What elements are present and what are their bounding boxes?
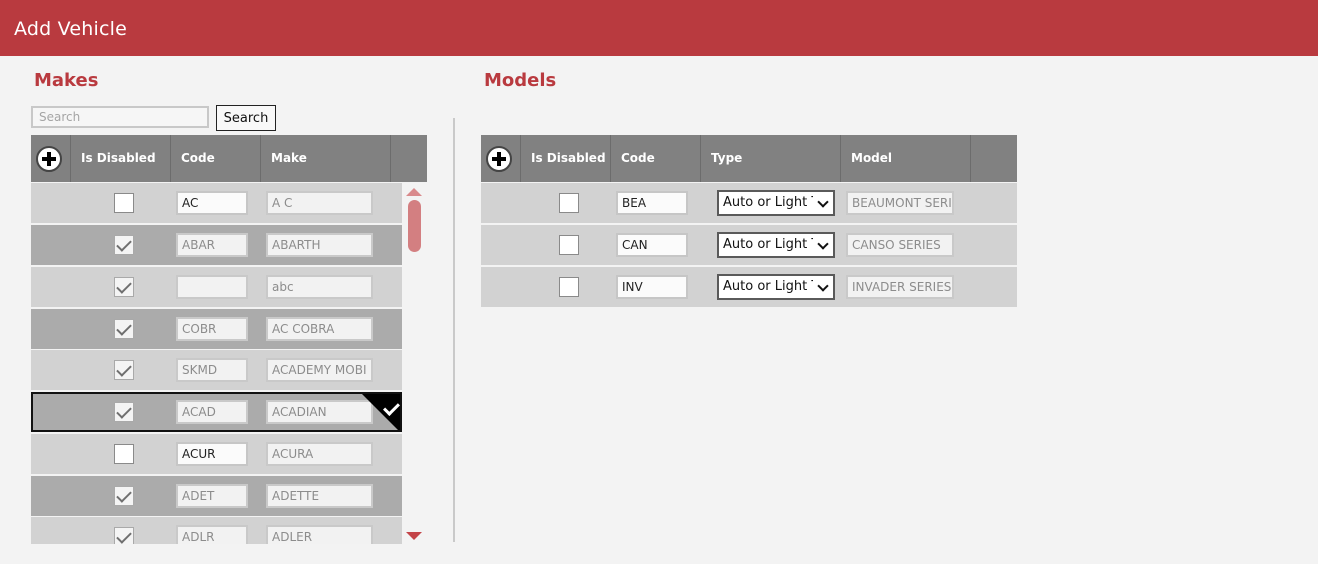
makes-table-row[interactable]: ACAD ACADIAN (31, 392, 402, 432)
make-code-field[interactable] (176, 275, 248, 299)
makes-col-is-disabled[interactable]: Is Disabled (71, 135, 171, 182)
vehicle-type-select[interactable]: Auto or Light T (717, 274, 835, 300)
make-code-field[interactable]: COBR (176, 317, 248, 341)
make-code-field[interactable]: SKMD (176, 358, 248, 382)
window-title: Add Vehicle (14, 18, 127, 40)
plus-circle-icon[interactable] (36, 146, 62, 172)
model-name-field[interactable]: BEAUMONT SERI (846, 191, 954, 215)
make-name-field[interactable]: A C (266, 191, 373, 215)
models-col-code[interactable]: Code (611, 135, 701, 182)
make-code-field[interactable]: ACUR (176, 442, 248, 466)
makes-table-row[interactable]: COBR AC COBRA (31, 309, 402, 349)
make-name-field[interactable]: ADLER (266, 525, 373, 544)
make-code-field[interactable]: AC (176, 191, 248, 215)
model-code-field[interactable]: CAN (616, 233, 688, 257)
title-bar: Add Vehicle (0, 0, 1318, 56)
arrow-up-icon[interactable] (406, 188, 422, 196)
model-code-field[interactable]: BEA (616, 191, 688, 215)
panel-divider (453, 118, 455, 542)
is-disabled-checkbox[interactable] (114, 277, 134, 297)
makes-col-filler (391, 135, 427, 182)
make-code-field[interactable]: ACAD (176, 400, 248, 424)
is-disabled-checkbox[interactable] (114, 402, 134, 422)
is-disabled-checkbox[interactable] (114, 193, 134, 213)
makes-search-button[interactable]: Search (216, 105, 276, 131)
arrow-down-icon[interactable] (406, 532, 422, 540)
chevron-down-icon (817, 196, 829, 208)
is-disabled-checkbox[interactable] (114, 235, 134, 255)
make-name-field[interactable]: abc (266, 275, 373, 299)
is-disabled-checkbox[interactable] (114, 360, 134, 380)
make-name-field[interactable]: ADETTE (266, 484, 373, 508)
model-name-field[interactable]: INVADER SERIES (846, 275, 954, 299)
make-code-field[interactable]: ADET (176, 484, 248, 508)
plus-circle-icon[interactable] (486, 146, 512, 172)
models-table-row[interactable]: CAN Auto or Light T CANSO SERIES (481, 225, 1017, 265)
makes-table-row[interactable]: AC A C (31, 183, 402, 223)
makes-table-row[interactable]: ACUR ACURA (31, 434, 402, 474)
make-name-field[interactable]: AC COBRA (266, 317, 373, 341)
is-disabled-checkbox[interactable] (114, 527, 134, 544)
models-table-row[interactable]: INV Auto or Light T INVADER SERIES (481, 267, 1017, 307)
vehicle-type-value: Auto or Light T (723, 237, 813, 252)
chevron-down-icon (817, 280, 829, 292)
models-add-column (481, 135, 521, 182)
models-col-model[interactable]: Model (841, 135, 971, 182)
models-col-is-disabled[interactable]: Is Disabled (521, 135, 611, 182)
makes-table-row[interactable]: SKMD ACADEMY MOBI (31, 350, 402, 390)
makes-grid-header: Is Disabled Code Make (31, 135, 427, 182)
make-name-field[interactable]: ABARTH (266, 233, 373, 257)
makes-search-input[interactable] (31, 106, 209, 128)
makes-col-make[interactable]: Make (261, 135, 391, 182)
make-name-field[interactable]: ACADEMY MOBI (266, 358, 373, 382)
makes-scrollbar-thumb[interactable] (408, 200, 421, 252)
makes-col-code[interactable]: Code (171, 135, 261, 182)
make-name-field[interactable]: ACADIAN (266, 400, 373, 424)
makes-table-row[interactable]: ADLR ADLER (31, 517, 402, 544)
make-code-field[interactable]: ADLR (176, 525, 248, 544)
models-table-row[interactable]: BEA Auto or Light T BEAUMONT SERI (481, 183, 1017, 223)
models-col-filler (971, 135, 1017, 182)
models-grid-header: Is Disabled Code Type Model (481, 135, 1017, 182)
model-code-field[interactable]: INV (616, 275, 688, 299)
is-disabled-checkbox[interactable] (114, 319, 134, 339)
vehicle-type-select[interactable]: Auto or Light T (717, 190, 835, 216)
models-heading: Models (484, 70, 557, 91)
is-disabled-checkbox[interactable] (114, 486, 134, 506)
makes-table-row[interactable]: ABAR ABARTH (31, 225, 402, 265)
makes-table-row[interactable]: ADET ADETTE (31, 476, 402, 516)
models-col-type[interactable]: Type (701, 135, 841, 182)
make-name-field[interactable]: ACURA (266, 442, 373, 466)
model-name-field[interactable]: CANSO SERIES (846, 233, 954, 257)
vehicle-type-select[interactable]: Auto or Light T (717, 232, 835, 258)
make-code-field[interactable]: ABAR (176, 233, 248, 257)
makes-table-row[interactable]: abc (31, 267, 402, 307)
is-disabled-checkbox[interactable] (559, 193, 579, 213)
chevron-down-icon (817, 238, 829, 250)
is-disabled-checkbox[interactable] (114, 444, 134, 464)
is-disabled-checkbox[interactable] (559, 235, 579, 255)
vehicle-type-value: Auto or Light T (723, 279, 813, 294)
makes-heading: Makes (34, 70, 99, 91)
makes-add-column (31, 135, 71, 182)
is-disabled-checkbox[interactable] (559, 277, 579, 297)
vehicle-type-value: Auto or Light T (723, 195, 813, 210)
